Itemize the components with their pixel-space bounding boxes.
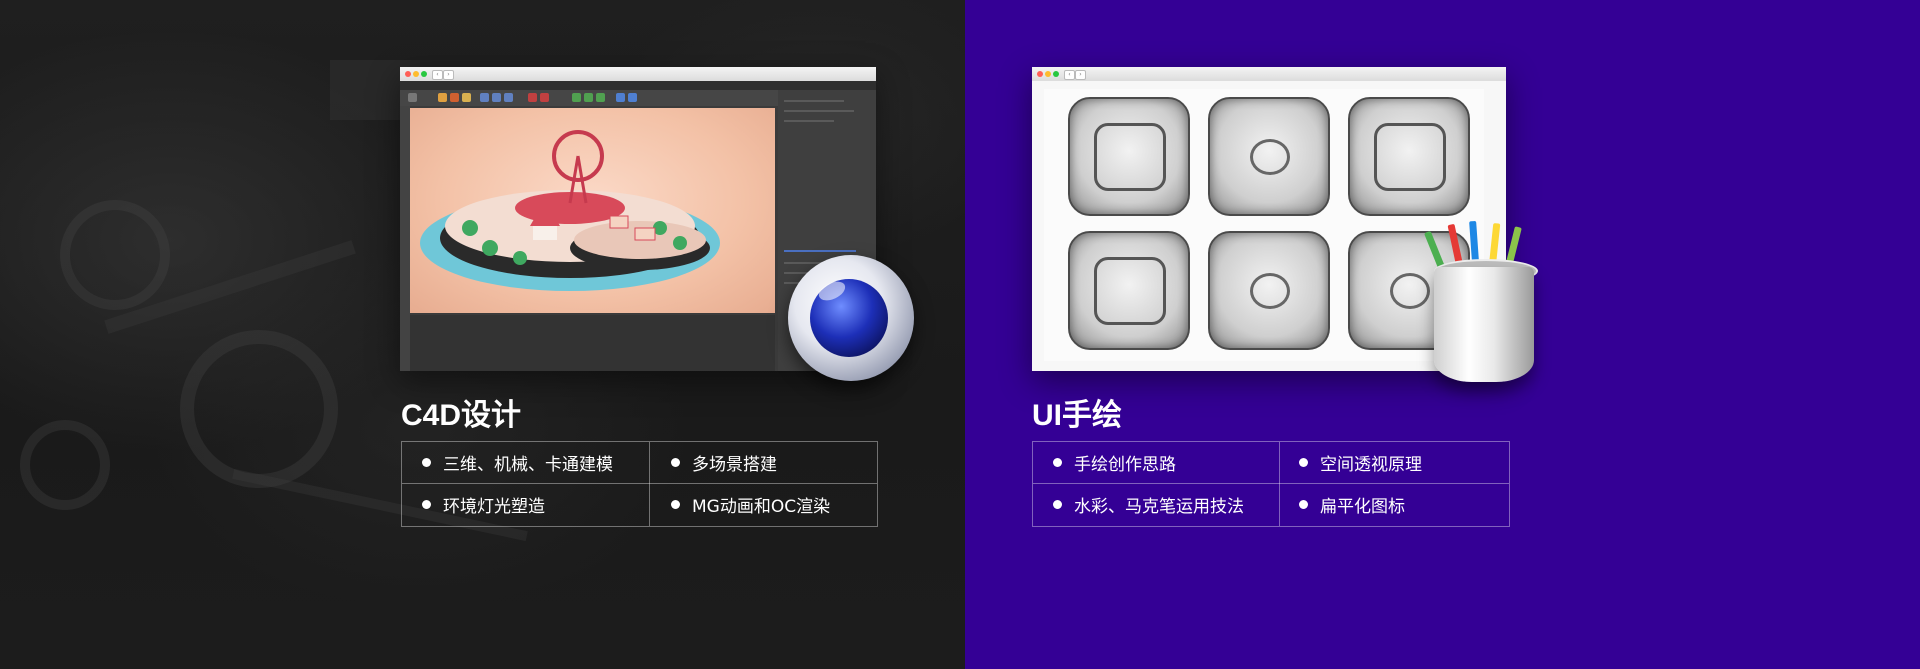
window-titlebar: ‹ ›: [1032, 67, 1506, 81]
tool-icon: [540, 93, 549, 102]
feature-item: 水彩、马克笔运用技法: [1053, 484, 1244, 525]
tree: [513, 251, 527, 265]
tool-icon: [492, 93, 501, 102]
forward-icon: ›: [443, 70, 454, 80]
sketch-detail: [1374, 123, 1446, 191]
sketch-detail: [1250, 139, 1290, 175]
sketch-icon-cake: [1208, 97, 1330, 216]
bullet-icon: [1053, 500, 1062, 509]
feature-item: 多场景搭建: [671, 442, 777, 483]
minimize-dot-icon: [413, 71, 419, 77]
tree: [482, 240, 498, 256]
feature-item: 空间透视原理: [1299, 442, 1422, 483]
tool-icon: [528, 93, 537, 102]
booth: [634, 227, 656, 241]
bullet-icon: [1299, 458, 1308, 467]
feature-item: 扁平化图标: [1299, 484, 1405, 525]
back-icon: ‹: [1064, 70, 1075, 80]
sketch-detail: [1390, 273, 1430, 309]
sketch-icon-tv: [1348, 97, 1470, 216]
ui-section-title: UI手绘: [1032, 399, 1122, 432]
feature-label: 三维、机械、卡通建模: [443, 455, 613, 475]
cinema4d-logo-icon: [788, 255, 914, 381]
bullet-icon: [671, 500, 680, 509]
sketch-icon-radio: [1068, 231, 1190, 350]
feature-label: 空间透视原理: [1320, 455, 1422, 475]
tool-icon: [462, 93, 471, 102]
ui-feature-table: 手绘创作思路 空间透视原理 水彩、马克笔运用技法 扁平化图标: [1032, 441, 1510, 527]
panel-row: [784, 120, 834, 122]
forward-icon: ›: [1075, 70, 1086, 80]
table-divider: [1279, 442, 1280, 526]
panel-row: [784, 250, 856, 252]
close-dot-icon: [405, 71, 411, 77]
feature-item: 三维、机械、卡通建模: [422, 442, 613, 483]
booth: [609, 215, 629, 229]
tool-icon: [450, 93, 459, 102]
sketch-icon-machine: [1068, 97, 1190, 216]
tool-icon: [596, 93, 605, 102]
tool-icon: [480, 93, 489, 102]
c4d-timeline: [410, 315, 775, 371]
sketch-detail: [1250, 273, 1290, 309]
decorative-gear: [60, 200, 170, 310]
maximize-dot-icon: [1053, 71, 1059, 77]
carousel: [533, 226, 557, 240]
decorative-gear: [180, 330, 338, 488]
bullet-icon: [422, 500, 431, 509]
tool-icon: [616, 93, 625, 102]
minimize-dot-icon: [1045, 71, 1051, 77]
c4d-menubar: [400, 81, 876, 90]
bullet-icon: [671, 458, 680, 467]
feature-label: 水彩、马克笔运用技法: [1074, 497, 1244, 517]
table-divider: [649, 442, 650, 526]
feature-label: 扁平化图标: [1320, 497, 1405, 517]
pencil-cup-icon: [1424, 220, 1540, 385]
bullet-icon: [1299, 500, 1308, 509]
bullet-icon: [422, 458, 431, 467]
feature-item: 手绘创作思路: [1053, 442, 1176, 483]
panel-row: [784, 100, 844, 102]
back-icon: ‹: [432, 70, 443, 80]
tool-icon: [584, 93, 593, 102]
sketch-canvas: [1044, 89, 1484, 361]
feature-item: MG动画和OC渲染: [671, 484, 830, 525]
feature-item: 环境灯光塑造: [422, 484, 545, 525]
sketch-icon-safe: [1208, 231, 1330, 350]
tool-icon: [628, 93, 637, 102]
tree: [462, 220, 478, 236]
decorative-gear: [20, 420, 110, 510]
tool-icon: [572, 93, 581, 102]
c4d-section-title: C4D设计: [401, 399, 522, 432]
window-titlebar: ‹ ›: [400, 67, 876, 81]
maximize-dot-icon: [421, 71, 427, 77]
sketch-detail: [1094, 257, 1166, 325]
c4d-side-toolbar: [400, 106, 410, 371]
tool-icon: [438, 93, 447, 102]
tool-icon: [408, 93, 417, 102]
sketch-detail: [1094, 123, 1166, 191]
panel-row: [784, 110, 854, 112]
bullet-icon: [1053, 458, 1062, 467]
close-dot-icon: [1037, 71, 1043, 77]
tree: [673, 236, 687, 250]
c4d-viewport: [410, 108, 775, 313]
c4d-feature-table: 三维、机械、卡通建模 多场景搭建 环境灯光塑造 MG动画和OC渲染: [401, 441, 878, 527]
feature-label: 环境灯光塑造: [443, 497, 545, 517]
tool-icon: [504, 93, 513, 102]
amusement-park-render: [420, 130, 720, 291]
feature-label: MG动画和OC渲染: [692, 497, 831, 517]
feature-label: 多场景搭建: [692, 455, 777, 475]
feature-label: 手绘创作思路: [1074, 455, 1176, 475]
cup-body: [1434, 267, 1534, 382]
